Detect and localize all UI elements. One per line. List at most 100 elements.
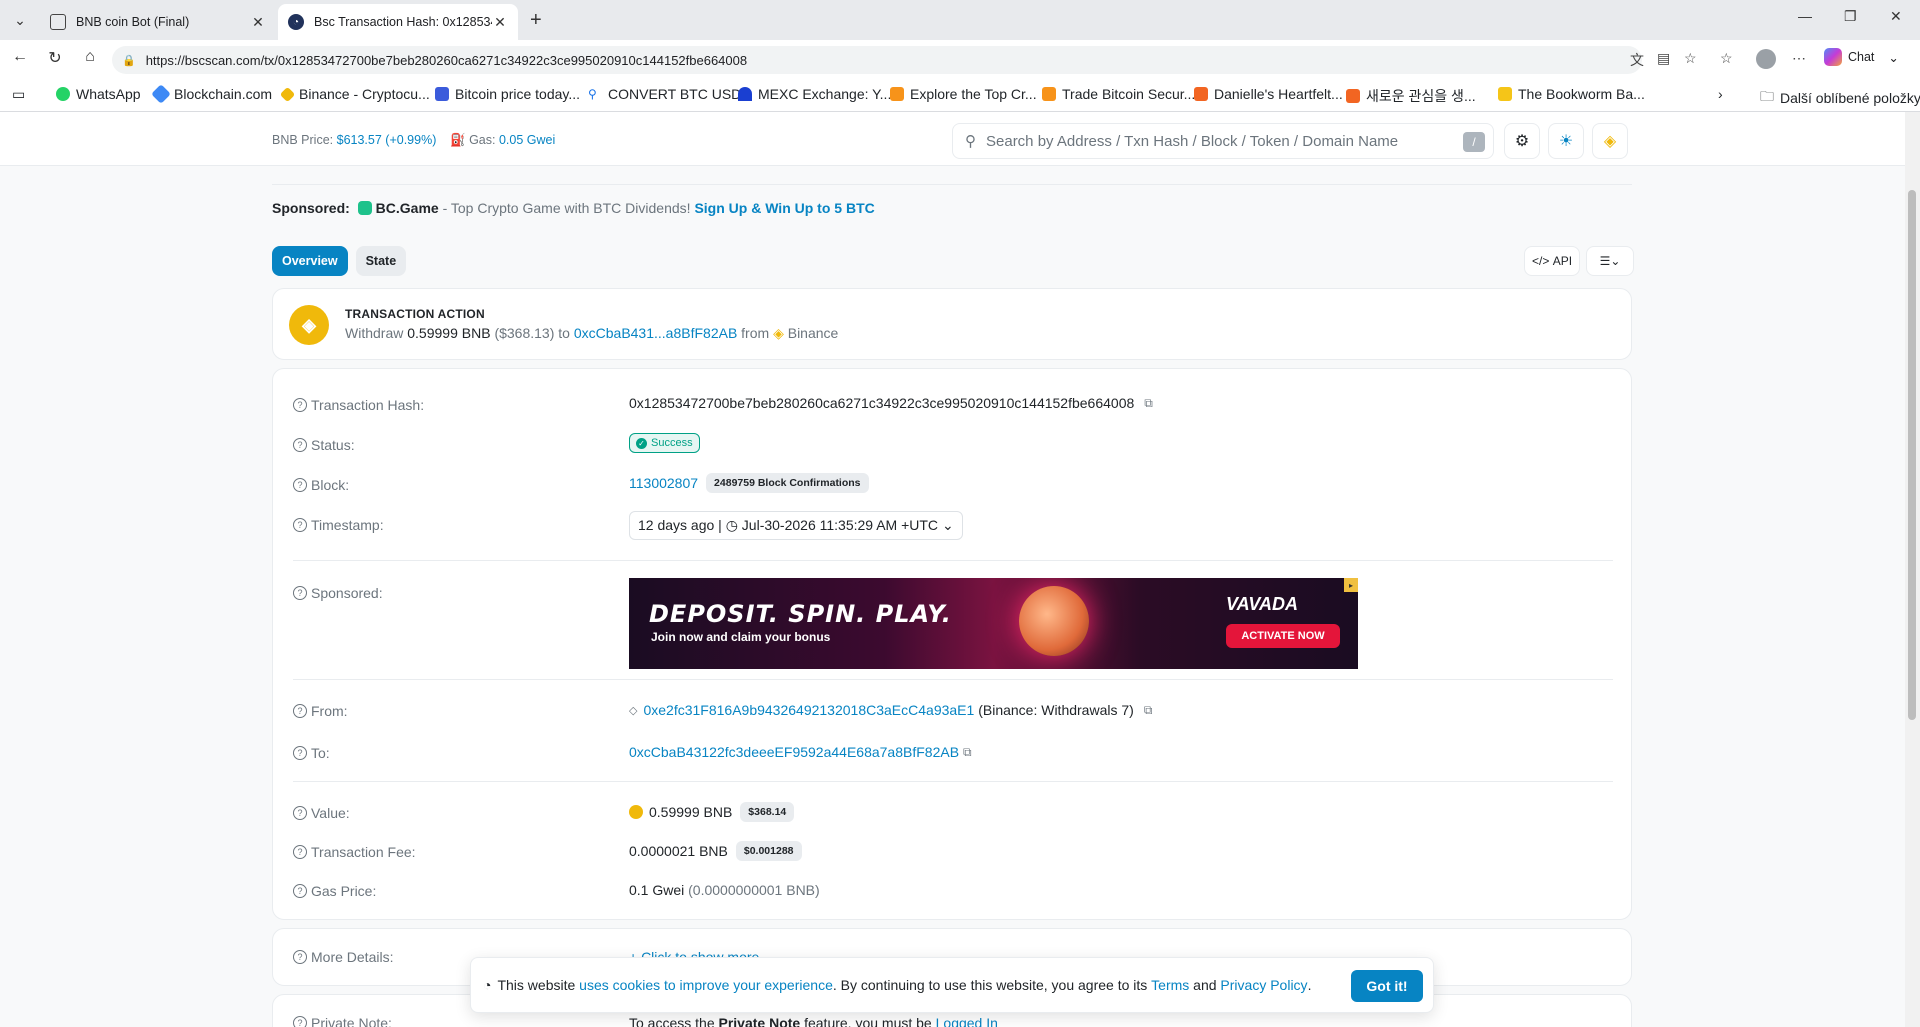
tab-bscscan[interactable]: ◔ Bsc Transaction Hash: 0x12853472 ✕ <box>278 4 518 40</box>
cookie-text: This website <box>497 977 576 993</box>
bookmark-trade-bitcoin[interactable]: Trade Bitcoin Secur... <box>1042 86 1195 102</box>
tab-title: BNB coin Bot (Final) <box>76 15 190 29</box>
help-icon[interactable]: ? <box>293 845 307 859</box>
bookmark-korean[interactable]: 새로운 관심을 생... <box>1346 86 1476 106</box>
cookie-policy-link[interactable]: uses cookies to improve your experience <box>579 977 833 993</box>
bookmark-convert-btc[interactable]: ⚲ CONVERT BTC USD... <box>588 86 753 102</box>
translate-icon[interactable]: 文 <box>1630 50 1644 70</box>
fee-usd-badge: $0.001288 <box>735 841 802 861</box>
bookmark-danielle[interactable]: Danielle's Heartfelt... <box>1194 86 1343 102</box>
back-icon[interactable]: ← <box>8 48 32 66</box>
help-icon[interactable]: ? <box>293 746 307 760</box>
bookmark-blockchain[interactable]: Blockchain.com <box>151 84 272 104</box>
new-tab-button[interactable]: + <box>530 9 542 32</box>
private-note-bold: Private Note <box>718 1015 801 1027</box>
help-icon[interactable]: ? <box>293 586 307 600</box>
tab-state[interactable]: State <box>355 246 407 276</box>
favorites-icon[interactable]: ☆ <box>1720 50 1733 67</box>
url-field[interactable]: 🔒 https://bscscan.com/tx/0x12853472700be… <box>112 46 1642 74</box>
settings-button[interactable]: ⚙ <box>1504 123 1540 159</box>
gas-value[interactable]: 0.05 Gwei <box>499 133 555 147</box>
document-icon <box>50 14 66 30</box>
home-icon[interactable]: ⌂ <box>78 48 102 66</box>
ad-cta-button[interactable]: ACTIVATE NOW <box>1226 624 1340 648</box>
close-icon[interactable]: ✕ <box>250 14 266 31</box>
copy-icon[interactable]: ⧉ <box>1144 396 1153 411</box>
favorite-star-icon[interactable]: ☆ <box>1684 50 1697 67</box>
bookmark-mexc[interactable]: MEXC Exchange: Y... <box>738 86 891 102</box>
chevron-right-icon[interactable]: › <box>1718 86 1723 102</box>
close-icon[interactable]: ✕ <box>492 14 508 31</box>
bookmarks-menu-icon[interactable]: ▭ <box>12 86 25 103</box>
help-icon[interactable]: ? <box>293 950 307 964</box>
login-link[interactable]: Logged In <box>936 1015 998 1027</box>
copy-icon[interactable]: ⧉ <box>963 745 972 760</box>
help-icon[interactable]: ? <box>293 398 307 412</box>
to-row: ? To: <box>293 745 330 761</box>
search-input[interactable]: ⚲ Search by Address / Txn Hash / Block /… <box>952 123 1494 159</box>
network-button[interactable]: ◈ <box>1592 123 1628 159</box>
bnb-price-value[interactable]: $613.57 (+0.99%) <box>337 133 437 147</box>
bookmark-label: Další oblíbené položky <box>1780 90 1920 106</box>
bitcoin-icon <box>890 87 904 101</box>
reader-icon[interactable]: ▤ <box>1657 50 1670 67</box>
reload-icon[interactable]: ↻ <box>43 48 67 68</box>
ad-info-icon[interactable]: ▸ <box>1344 578 1358 592</box>
help-icon[interactable]: ? <box>293 1016 307 1027</box>
from-address-link[interactable]: 0xe2fc31F816A9b94326492132018C3aEcC4a93a… <box>643 702 974 718</box>
timestamp-dropdown[interactable]: 12 days ago | ◷ Jul-30-2026 11:35:29 AM … <box>629 511 963 540</box>
sponsor-brand[interactable]: BC.Game <box>376 200 439 216</box>
fee-amount: 0.0000021 BNB <box>629 843 728 859</box>
tab-bnb-coin-bot[interactable]: BNB coin Bot (Final) ✕ <box>40 4 276 40</box>
list-options-button[interactable]: ☰⌄ <box>1586 246 1634 276</box>
bookmark-whatsapp[interactable]: WhatsApp <box>56 86 141 102</box>
scrollbar-thumb[interactable] <box>1908 190 1916 720</box>
close-window-icon[interactable]: ✕ <box>1890 8 1902 25</box>
bookmark-binance[interactable]: Binance - Cryptocu... <box>279 86 430 102</box>
bscscan-icon: ◔ <box>288 14 304 30</box>
bookmark-explore[interactable]: Explore the Top Cr... <box>890 86 1037 102</box>
action-amount: 0.59999 BNB <box>407 325 491 341</box>
gear-icon: ⚙ <box>1514 133 1530 150</box>
help-icon[interactable]: ? <box>293 518 307 532</box>
piggy-bank-image <box>1019 586 1089 656</box>
more-menu-icon[interactable]: ⋯ <box>1792 50 1806 67</box>
bookmark-bookworm[interactable]: The Bookworm Ba... <box>1498 86 1645 102</box>
help-icon[interactable]: ? <box>293 438 307 452</box>
page-content: BNB Price: $613.57 (+0.99%) ⛽ Gas: 0.05 … <box>0 112 1905 1027</box>
fee-wrap: 0.0000021 BNB $0.001288 <box>629 841 802 861</box>
ad-headline: DEPOSIT. SPIN. PLAY. <box>649 600 952 628</box>
block-number-link[interactable]: 113002807 <box>629 475 698 491</box>
help-icon[interactable]: ? <box>293 704 307 718</box>
vavada-ad-banner[interactable]: DEPOSIT. SPIN. PLAY. Join now and claim … <box>629 578 1358 669</box>
copilot-chat-button[interactable]: Chat ⌄ <box>1824 48 1899 66</box>
sponsor-link[interactable]: Sign Up & Win Up to 5 BTC <box>694 200 874 216</box>
other-bookmarks[interactable]: 🗀 Další oblíbené položky <box>1760 86 1920 110</box>
theme-toggle-button[interactable]: ☀ <box>1548 123 1584 159</box>
restore-icon[interactable]: ❐ <box>1844 8 1857 25</box>
terms-link[interactable]: Terms <box>1151 977 1189 993</box>
profile-avatar[interactable] <box>1756 49 1776 69</box>
timestamp-label: Timestamp: <box>311 517 384 533</box>
bcgame-icon <box>357 201 372 215</box>
search-icon: ⚲ <box>588 87 597 101</box>
help-icon[interactable]: ? <box>293 806 307 820</box>
bookmark-label: CONVERT BTC USD... <box>608 86 753 102</box>
minimize-icon[interactable]: — <box>1798 8 1812 24</box>
privacy-policy-link[interactable]: Privacy Policy <box>1220 977 1307 993</box>
to-address-link[interactable]: 0xcCbaB43122fc3deeeEF9592a44E68a7a8BfF82… <box>629 744 959 760</box>
bookmark-bitcoin-price[interactable]: Bitcoin price today... <box>435 86 580 102</box>
sponsored-label: Sponsored: <box>311 585 383 601</box>
tab-list-button[interactable]: ⌄ <box>4 6 36 34</box>
action-to-address[interactable]: 0xcCbaB431...a8BfF82AB <box>574 325 737 341</box>
tab-overview[interactable]: Overview <box>272 246 348 276</box>
help-icon[interactable]: ? <box>293 884 307 898</box>
copy-icon[interactable]: ⧉ <box>1144 703 1153 718</box>
help-icon[interactable]: ? <box>293 478 307 492</box>
accept-cookies-button[interactable]: Got it! <box>1351 970 1423 1002</box>
fee-row: ? Transaction Fee: <box>293 844 416 860</box>
contract-icon: ◇ <box>629 704 638 717</box>
api-button[interactable]: </> API <box>1524 246 1580 276</box>
site-info-icon[interactable]: 🔒 <box>122 54 136 67</box>
site-header: BNB Price: $613.57 (+0.99%) ⛽ Gas: 0.05 … <box>0 112 1905 166</box>
